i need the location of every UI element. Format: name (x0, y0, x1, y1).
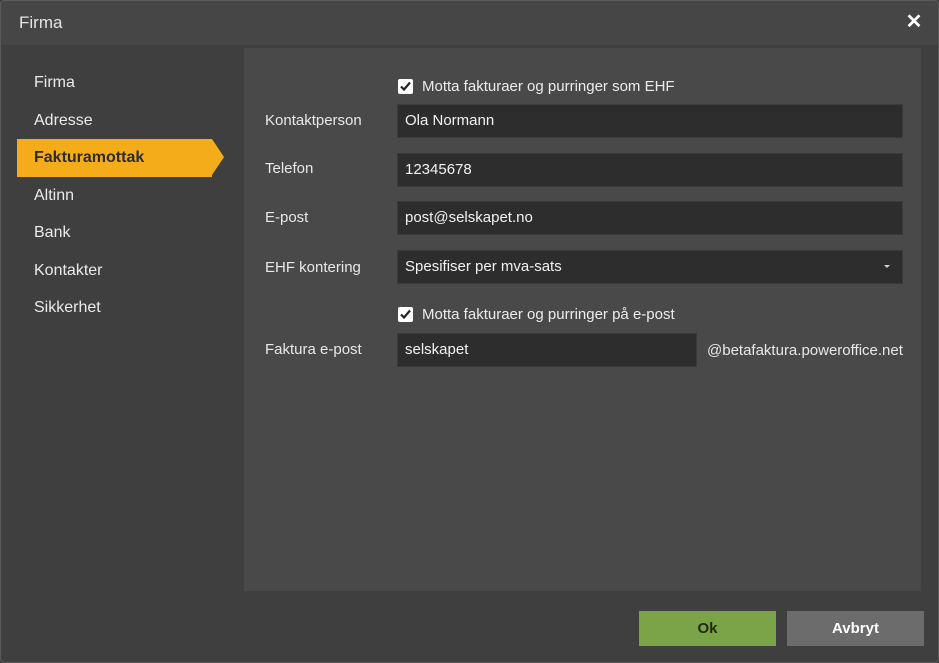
ehf-posting-label: EHF kontering (265, 259, 361, 276)
form-panel: Motta fakturaer og purringer som EHF Kon… (244, 48, 921, 591)
phone-label: Telefon (265, 160, 314, 177)
dialog-title: Firma (19, 13, 63, 32)
invoice-email-input[interactable]: selskapet (397, 333, 697, 367)
sidebar-item-kontakter[interactable]: Kontakter (17, 252, 212, 290)
invoice-email-domain: @betafaktura.poweroffice.net (707, 342, 903, 359)
sidebar-item-firma[interactable]: Firma (17, 64, 212, 102)
sidebar-item-sikkerhet[interactable]: Sikkerhet (17, 289, 212, 327)
email-input[interactable]: post@selskapet.no (397, 201, 903, 235)
email-checkbox[interactable] (398, 307, 413, 322)
ehf-checkbox[interactable] (398, 79, 413, 94)
cancel-button[interactable]: Avbryt (787, 611, 924, 646)
close-icon[interactable]: ✕ (904, 12, 924, 32)
sidebar-nav: Firma Adresse Fakturamottak Altinn Bank … (17, 64, 227, 327)
sidebar-item-fakturamottak[interactable]: Fakturamottak (17, 139, 224, 177)
invoice-email-label: Faktura e-post (265, 341, 362, 358)
contact-person-input[interactable]: Ola Normann (397, 104, 903, 138)
email-checkbox-label: Motta fakturaer og purringer på e-post (422, 306, 675, 323)
sidebar-item-bank[interactable]: Bank (17, 214, 212, 252)
firma-dialog: Firma ✕ Firma Adresse Fakturamottak Alti… (0, 0, 939, 663)
ok-button[interactable]: Ok (639, 611, 776, 646)
caret-down-icon (884, 265, 890, 268)
phone-input[interactable]: 12345678 (397, 153, 903, 187)
sidebar-item-adresse[interactable]: Adresse (17, 102, 212, 140)
email-label: E-post (265, 209, 309, 226)
sidebar-item-altinn[interactable]: Altinn (17, 177, 212, 215)
ehf-checkbox-label: Motta fakturaer og purringer som EHF (422, 78, 675, 95)
ehf-posting-select[interactable]: Spesifiser per mva-sats (397, 250, 903, 284)
ehf-posting-value: Spesifiser per mva-sats (405, 258, 562, 275)
dialog-titlebar: Firma ✕ (1, 1, 938, 45)
contact-label: Kontaktperson (265, 112, 362, 129)
